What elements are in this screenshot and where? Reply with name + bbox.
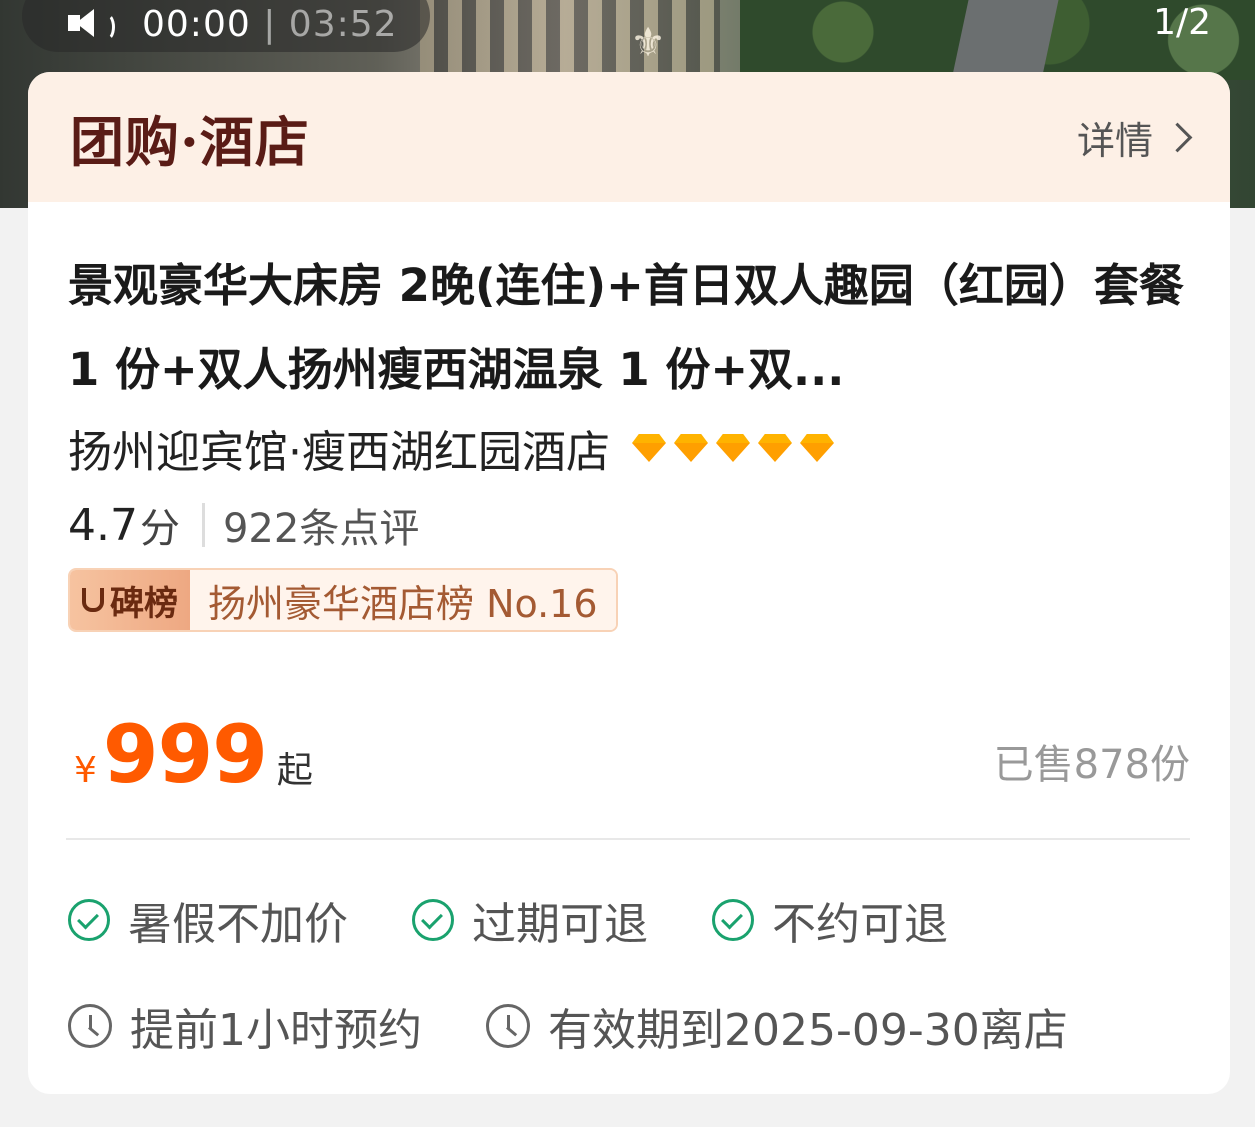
sold-count: 已售878份 — [993, 742, 1190, 788]
info-list: 提前1小时预约 有效期到2025-09-30离店 — [68, 994, 1132, 1058]
total-time: 03:52 — [288, 3, 398, 45]
check-circle-icon — [412, 899, 454, 941]
currency-symbol: ¥ — [74, 750, 97, 791]
info-label: 提前1小时预约 — [130, 1005, 422, 1056]
details-label: 详情 — [1076, 118, 1153, 163]
info-item: 提前1小时预约 — [68, 994, 422, 1058]
section-divider — [66, 838, 1190, 840]
feature-list: 暑假不加价 过期可退 不约可退 — [68, 888, 1012, 952]
diamond-icon — [800, 434, 834, 462]
product-title[interactable]: 景观豪华大床房 2晚(连住)+首日双人趣园（红园）套餐 1 份+双人扬州瘦西湖温… — [68, 244, 1198, 412]
road-image — [951, 0, 1059, 80]
brand-title: 团购·酒店 — [70, 109, 310, 174]
diamond-icon — [716, 434, 750, 462]
details-link[interactable]: 详情 — [1076, 110, 1193, 165]
chevron-right-icon — [1162, 122, 1193, 152]
price-value: 999 — [102, 708, 268, 801]
ranking-text: 扬州豪华酒店榜 No.16 — [190, 570, 616, 630]
clock-icon — [486, 1004, 530, 1048]
feature-item: 过期可退 — [412, 888, 648, 952]
diamond-icon — [758, 434, 792, 462]
audio-player[interactable]: 00:00 | 03:52 — [22, 0, 430, 52]
check-circle-icon — [712, 899, 754, 941]
hotel-row: 扬州迎宾馆·瘦西湖红园酒店 — [68, 416, 842, 480]
check-circle-icon — [68, 899, 110, 941]
hotel-name[interactable]: 扬州迎宾馆·瘦西湖红园酒店 — [68, 416, 610, 480]
feature-label: 不约可退 — [772, 899, 948, 950]
clock-icon — [68, 1004, 112, 1048]
diamond-icon — [632, 434, 666, 462]
info-label: 有效期到2025-09-30离店 — [548, 1005, 1068, 1056]
price-row: ¥ 999 起 — [74, 708, 313, 801]
image-pager: 1/2 — [1153, 2, 1211, 43]
divider — [201, 503, 205, 547]
score-unit: 分 — [139, 506, 180, 552]
deal-card[interactable]: 团购·酒店 详情 景观豪华大床房 2晚(连住)+首日双人趣园（红园）套餐 1 份… — [28, 72, 1230, 1094]
time-separator: | — [263, 3, 277, 45]
info-item: 有效期到2025-09-30离店 — [486, 994, 1068, 1058]
current-time: 00:00 — [142, 3, 251, 45]
price-suffix: 起 — [276, 750, 313, 791]
feature-item: 不约可退 — [712, 888, 948, 952]
rating-row[interactable]: 4.7 分 922条点评 — [68, 496, 419, 554]
card-header: 团购·酒店 详情 — [28, 72, 1230, 202]
audio-time: 00:00 | 03:52 — [142, 4, 398, 45]
feature-item: 暑假不加价 — [68, 888, 348, 952]
feature-label: 过期可退 — [472, 899, 648, 950]
review-count: 922条点评 — [222, 506, 420, 552]
feature-label: 暑假不加价 — [128, 899, 348, 950]
trophy-icon — [82, 588, 104, 612]
speaker-icon[interactable] — [68, 9, 115, 41]
diamond-rating — [632, 434, 842, 462]
ranking-tag-label: 碑榜 — [110, 583, 178, 624]
diamond-icon — [674, 434, 708, 462]
ranking-tag: 碑榜 — [70, 570, 190, 630]
score-value: 4.7 — [68, 499, 138, 551]
ranking-badge[interactable]: 碑榜 扬州豪华酒店榜 No.16 — [68, 568, 618, 632]
hotel-logo-icon: ⚜ — [630, 20, 666, 66]
